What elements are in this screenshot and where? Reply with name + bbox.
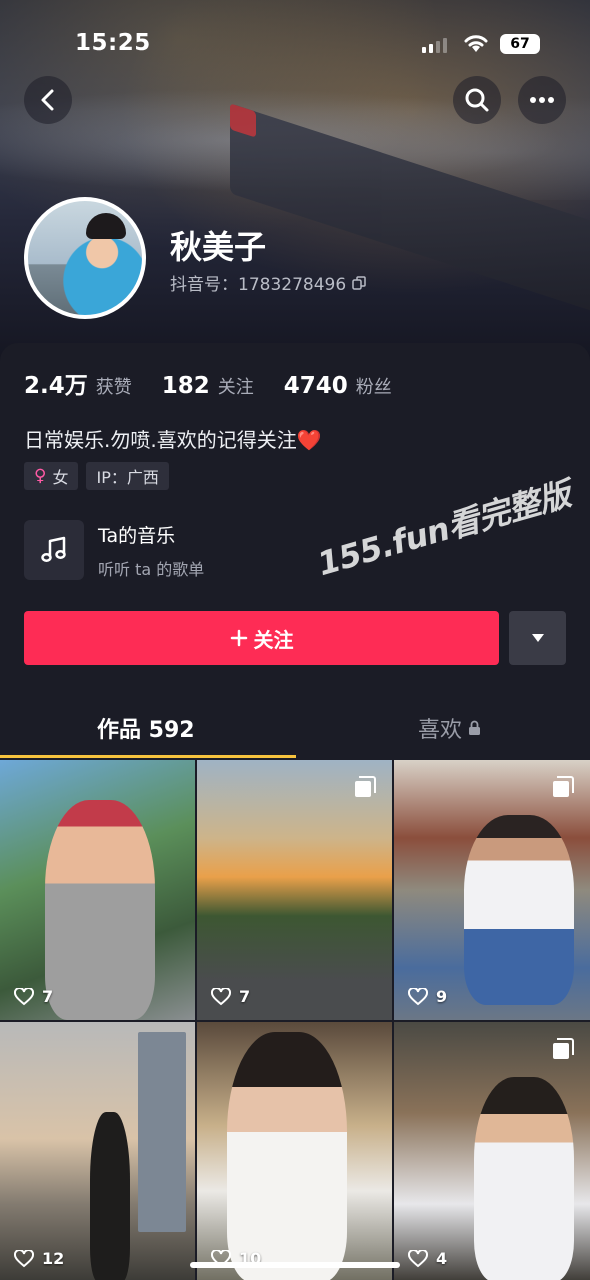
- more-options-button[interactable]: [518, 76, 566, 124]
- stat-value: 182: [161, 373, 210, 399]
- battery-indicator: 67: [500, 34, 540, 54]
- back-button[interactable]: [24, 76, 72, 124]
- status-bar: 15:25 67: [0, 0, 590, 90]
- stat-followers[interactable]: 4740 粉丝: [284, 373, 392, 399]
- profile-name: 秋美子: [170, 228, 267, 266]
- like-count: 12: [14, 1249, 64, 1268]
- like-count-value: 7: [42, 987, 54, 1006]
- chevron-left-icon: [41, 89, 54, 111]
- stat-value: 2.4万: [24, 373, 88, 399]
- stat-following[interactable]: 182 关注: [162, 373, 254, 399]
- gender-label: 女: [52, 468, 69, 487]
- stat-label: 关注: [217, 377, 254, 398]
- video-thumbnail[interactable]: 7: [197, 760, 392, 1020]
- profile-bio: 日常娱乐.勿喷.喜欢的记得关注❤️: [24, 428, 322, 452]
- heart-outline-icon: [211, 987, 231, 1005]
- music-entry[interactable]: Ta的音乐 听听 ta 的歌单: [24, 520, 204, 580]
- douyin-id-text: 抖音号：1783278496: [170, 275, 347, 295]
- search-icon: [465, 88, 489, 112]
- gender-tag: ♀ 女: [24, 462, 79, 490]
- female-icon: ♀: [34, 466, 47, 486]
- like-count-value: 9: [436, 987, 448, 1006]
- avatar[interactable]: [24, 197, 146, 319]
- heart-outline-icon: [14, 987, 34, 1005]
- caret-down-icon: [531, 634, 544, 642]
- tab-works[interactable]: 作品 592: [97, 712, 195, 744]
- heart-outline-icon: [408, 987, 428, 1005]
- follow-label: 关注: [253, 627, 294, 652]
- multi-image-icon: [553, 776, 574, 797]
- heart-outline-icon: [408, 1249, 428, 1267]
- like-count: 7: [211, 987, 250, 1006]
- copy-icon: [352, 275, 366, 290]
- video-grid: 7 7 9 12 10 4: [0, 760, 590, 1280]
- lock-icon: [469, 720, 481, 735]
- tab-likes-label: 喜欢: [418, 718, 463, 743]
- stat-label: 获赞: [95, 377, 132, 398]
- home-indicator[interactable]: [190, 1262, 400, 1268]
- like-count: 7: [14, 987, 53, 1006]
- ip-location-tag: IP：广西: [86, 462, 169, 490]
- like-count-value: 4: [436, 1249, 448, 1268]
- search-button[interactable]: [453, 76, 501, 124]
- like-count-value: 7: [239, 987, 251, 1006]
- douyin-id[interactable]: 抖音号：1783278496: [170, 270, 366, 295]
- ip-location-label: IP：广西: [96, 468, 159, 487]
- active-tab-indicator: [0, 755, 296, 758]
- stat-likes-received: 2.4万 获赞: [24, 366, 132, 400]
- tab-likes[interactable]: 喜欢: [418, 712, 481, 744]
- wifi-icon: [464, 35, 488, 52]
- content-tabs: 作品 592 喜欢: [0, 700, 590, 760]
- status-time: 15:25: [75, 30, 151, 56]
- like-count: 4: [408, 1249, 447, 1268]
- music-icon-box: [24, 520, 84, 580]
- recommend-dropdown-button[interactable]: [509, 611, 566, 665]
- like-count-value: 12: [42, 1249, 65, 1268]
- multi-image-icon: [553, 1038, 574, 1059]
- video-thumbnail[interactable]: 9: [394, 760, 590, 1020]
- video-thumbnail[interactable]: 4: [394, 1022, 590, 1280]
- multi-image-icon: [355, 776, 376, 797]
- cellular-signal-icon: [422, 38, 447, 53]
- music-subtitle: 听听 ta 的歌单: [98, 559, 205, 579]
- heart-outline-icon: [14, 1249, 34, 1267]
- plus-icon: [230, 629, 247, 647]
- music-title: Ta的音乐: [98, 524, 176, 547]
- music-note-icon: [41, 536, 66, 562]
- profile-tags: ♀ 女 IP：广西: [24, 462, 169, 490]
- follow-button[interactable]: 关注: [24, 611, 499, 665]
- stat-value: 4740: [283, 373, 348, 399]
- video-thumbnail[interactable]: 10: [197, 1022, 392, 1280]
- stat-label: 粉丝: [355, 377, 392, 398]
- video-thumbnail[interactable]: 12: [0, 1022, 195, 1280]
- more-horizontal-icon: [530, 97, 554, 103]
- like-count: 9: [408, 987, 447, 1006]
- profile-stats: 2.4万 获赞 182 关注 4740 粉丝: [24, 366, 422, 400]
- video-thumbnail[interactable]: 7: [0, 760, 195, 1020]
